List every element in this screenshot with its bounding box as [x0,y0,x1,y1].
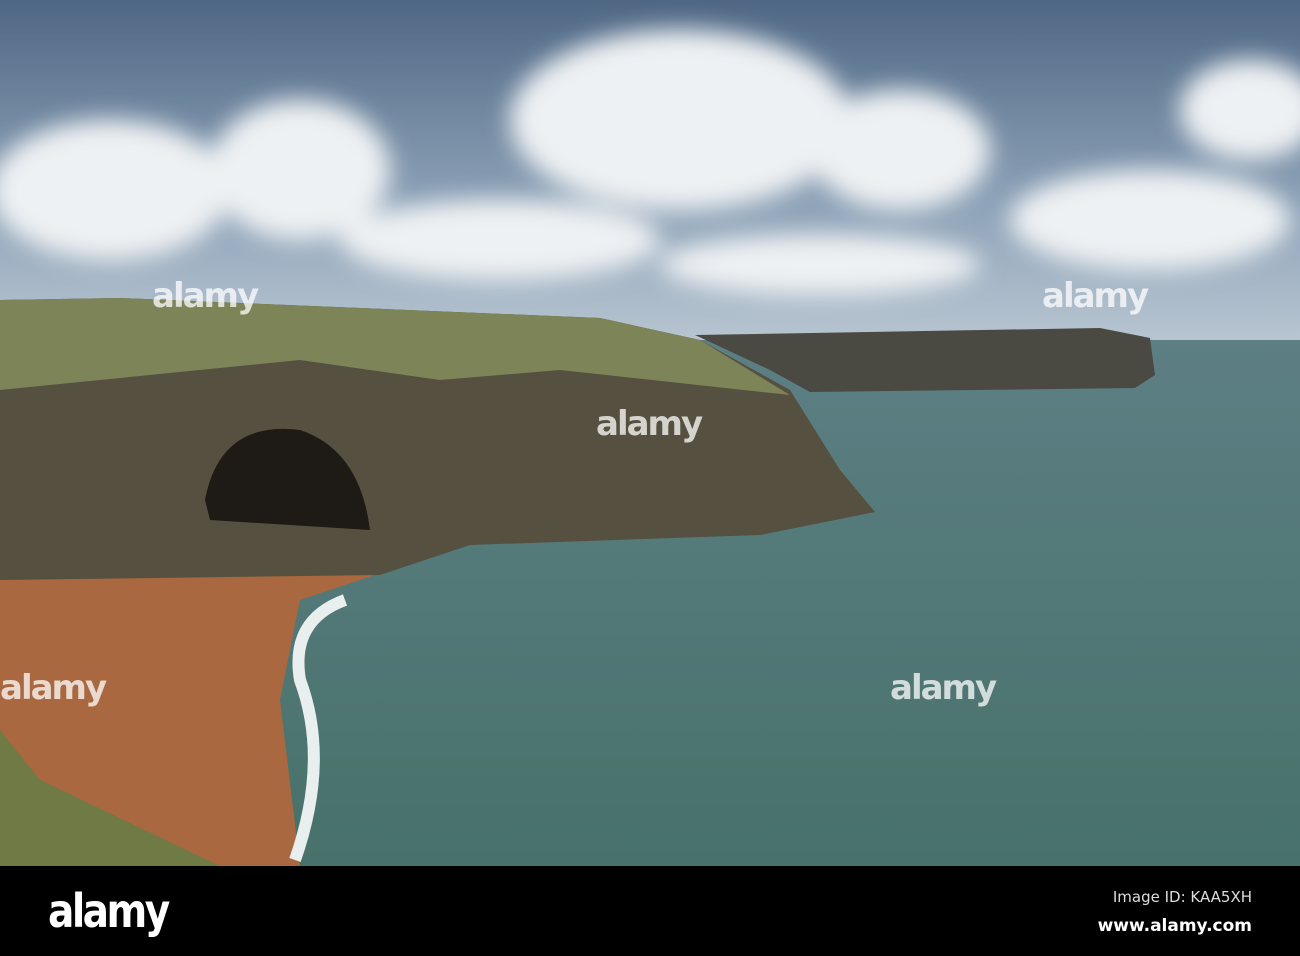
watermark: alamy [596,404,703,444]
watermark: alamy [152,276,259,316]
watermark: alamy [890,668,997,708]
image-id: Image ID: KAA5XH [1112,888,1252,906]
footer-bar: alamy Image ID: KAA5XH www.alamy.com [0,866,1300,956]
site-url: www.alamy.com [1097,916,1252,936]
watermark: alamy [0,668,107,708]
watermark: alamy [1042,276,1149,316]
alamy-logo: alamy [48,884,170,938]
